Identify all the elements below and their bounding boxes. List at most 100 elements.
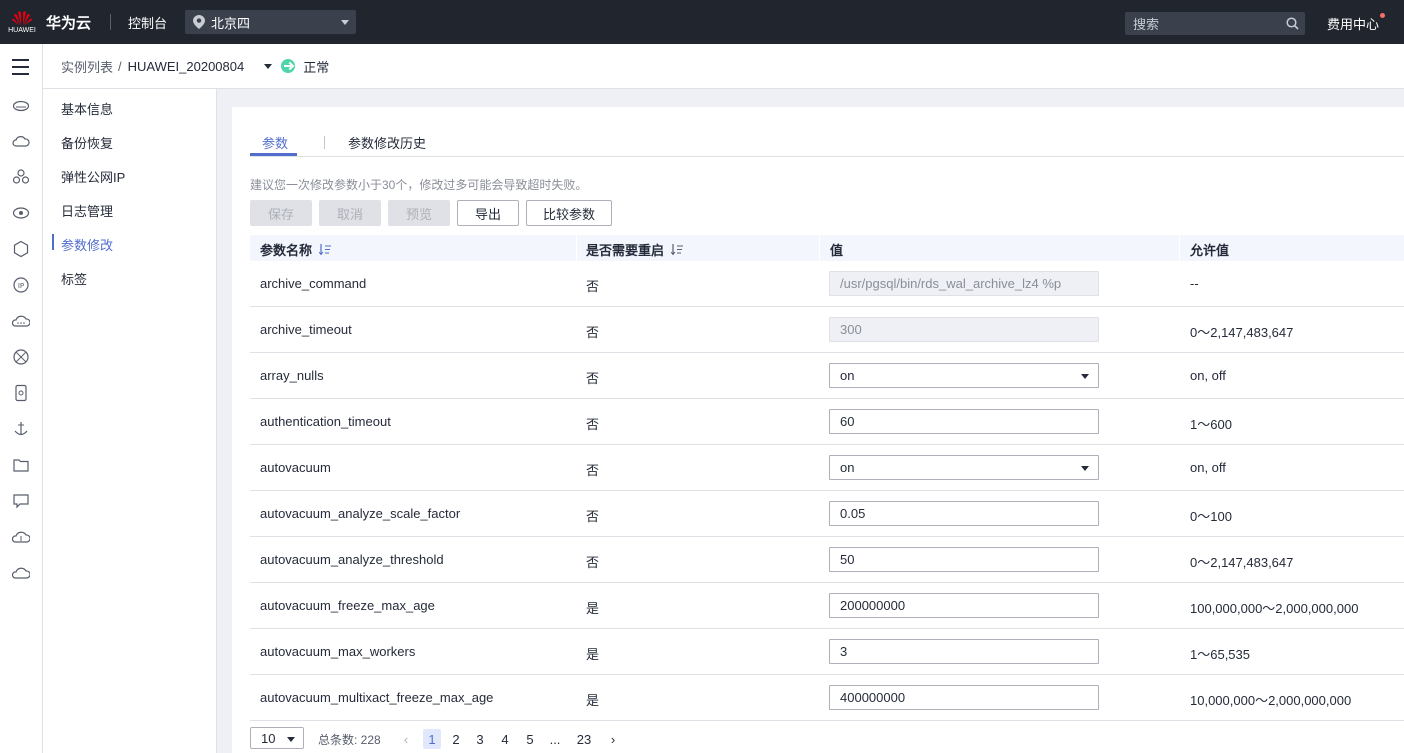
sort-icon[interactable] [671, 244, 684, 255]
tab-active-underline [250, 153, 297, 156]
chevron-down-icon [1081, 374, 1089, 379]
param-value-select[interactable]: on [829, 455, 1099, 480]
subnav-item-tags[interactable]: 标签 [61, 269, 87, 288]
page-button-1[interactable]: 1 [423, 729, 441, 749]
table-row: archive_command 否 /usr/pgsql/bin/rds_wal… [250, 261, 1404, 307]
column-header-name[interactable]: 参数名称 [260, 240, 332, 259]
subnav-item-elastic-ip[interactable]: 弹性公网IP [61, 167, 125, 186]
breadcrumb-instance-list[interactable]: 实例列表 [61, 57, 113, 76]
restart-required: 是 [586, 647, 600, 662]
allowed-values: -- [1190, 276, 1199, 291]
allowed-values: 100,000,000～2,000,000,000 [1190, 601, 1359, 616]
folder-icon[interactable] [12, 456, 30, 474]
param-value-text: 50 [840, 552, 855, 567]
svg-text:IP: IP [18, 282, 24, 290]
modify-hint-text: 建议您一次修改参数小于30个，修改过多可能会导致超时失败。 [250, 178, 588, 192]
cloud-server-icon[interactable] [12, 96, 30, 114]
column-divider [576, 235, 577, 261]
sort-icon[interactable] [319, 244, 332, 255]
param-value-input[interactable]: 3 [829, 639, 1099, 664]
tab-parameters[interactable]: 参数 [262, 133, 288, 152]
table-row: archive_timeout 否 300 0～2,147,483,647 [250, 307, 1404, 353]
page-button-23[interactable]: 23 [575, 729, 593, 749]
param-value-input[interactable]: 200000000 [829, 593, 1099, 618]
cloud-network-icon[interactable] [12, 312, 30, 330]
huawei-logo[interactable]: HUAWEI [0, 10, 44, 34]
param-value-text: 60 [840, 414, 855, 429]
search-icon[interactable] [1286, 17, 1299, 30]
column-header-restart[interactable]: 是否需要重启 [586, 240, 684, 259]
allowed-values: 1～600 [1190, 417, 1232, 432]
subnav-item-log-management[interactable]: 日志管理 [61, 201, 113, 220]
elastic-ip-icon[interactable]: IP [12, 276, 30, 294]
anchor-icon[interactable] [12, 420, 30, 438]
subnav-item-basic-info[interactable]: 基本信息 [61, 99, 113, 118]
param-value-field: /usr/pgsql/bin/rds_wal_archive_lz4 %p [829, 271, 1099, 296]
region-selector[interactable]: 北京四 [185, 10, 357, 34]
export-button[interactable]: 导出 [457, 200, 519, 226]
param-value-field: 300 [829, 317, 1099, 342]
table-row: array_nulls 否 on on, off [250, 353, 1404, 399]
global-search-input[interactable]: 搜索 [1125, 12, 1305, 35]
chevron-down-icon [341, 20, 350, 25]
restart-required: 否 [586, 279, 600, 294]
preview-button[interactable]: 预览 [388, 200, 450, 226]
instance-subnav: 基本信息 备份恢复 弹性公网IP 日志管理 参数修改 标签 [43, 89, 217, 753]
save-button[interactable]: 保存 [250, 200, 312, 226]
allowed-values: on, off [1190, 368, 1226, 383]
column-header-allowed-label: 允许值 [1190, 243, 1230, 258]
message-icon[interactable] [12, 492, 30, 510]
page-button-5[interactable]: 5 [521, 729, 539, 749]
page-button-4[interactable]: 4 [496, 729, 514, 749]
restart-required: 是 [586, 693, 600, 708]
param-value-input[interactable]: 60 [829, 409, 1099, 434]
cluster-icon[interactable] [12, 168, 30, 186]
param-value-text: on [840, 460, 855, 475]
param-value-input[interactable]: 0.05 [829, 501, 1099, 526]
param-value-input[interactable]: 400000000 [829, 685, 1099, 710]
table-header: 参数名称 是否需要重启 值 允许值 [250, 235, 1404, 261]
page-ellipsis[interactable]: ... [546, 729, 564, 749]
column-header-name-label: 参数名称 [260, 243, 313, 258]
param-name: autovacuum_analyze_scale_factor [260, 506, 461, 521]
table-row: authentication_timeout 否 60 1～600 [250, 399, 1404, 445]
page-button-3[interactable]: 3 [471, 729, 489, 749]
hamburger-menu-icon[interactable] [12, 59, 29, 80]
restart-required: 否 [586, 371, 600, 386]
logo-wordmark: HUAWEI [8, 27, 36, 34]
notification-dot [1380, 13, 1386, 18]
prev-page-button[interactable]: ‹ [397, 729, 415, 749]
cloud-icon[interactable] [12, 132, 30, 150]
param-value-select[interactable]: on [829, 363, 1099, 388]
cancel-button[interactable]: 取消 [319, 200, 381, 226]
page-button-2[interactable]: 2 [447, 729, 465, 749]
fee-center-link[interactable]: 费用中心 [1327, 13, 1386, 33]
instance-switch-dropdown-icon[interactable] [264, 63, 273, 69]
next-page-button[interactable]: › [604, 729, 622, 749]
instance-status: 正常 [303, 59, 330, 75]
compare-parameters-button[interactable]: 比较参数 [526, 200, 612, 226]
network-hub-icon[interactable] [12, 348, 30, 366]
param-value-text: 200000000 [840, 598, 906, 613]
page-size-select[interactable]: 10 [250, 727, 304, 749]
chevron-down-icon [287, 737, 295, 742]
brand-name[interactable]: 华为云 [46, 12, 91, 33]
region-label: 北京四 [211, 15, 251, 31]
tab-divider [324, 136, 325, 149]
subnav-item-backup-restore[interactable]: 备份恢复 [61, 133, 113, 152]
allowed-values: 10,000,000～2,000,000,000 [1190, 693, 1352, 708]
tab-parameter-history[interactable]: 参数修改历史 [348, 133, 426, 152]
eye-monitor-icon[interactable] [12, 204, 30, 222]
param-name: autovacuum_multixact_freeze_max_age [260, 690, 494, 705]
subnav-item-parameters[interactable]: 参数修改 [61, 235, 113, 254]
column-header-value: 值 [830, 240, 843, 259]
param-name: autovacuum_analyze_threshold [260, 552, 444, 567]
param-value-input[interactable]: 50 [829, 547, 1099, 572]
cloud-upload-icon[interactable] [12, 528, 30, 546]
hexagon-icon[interactable] [12, 240, 30, 258]
table-row: autovacuum_multixact_freeze_max_age 是 40… [250, 675, 1404, 721]
console-link[interactable]: 控制台 [128, 13, 167, 32]
cloud-outline-icon[interactable] [12, 564, 30, 582]
fee-center-label: 费用中心 [1327, 17, 1380, 32]
storage-disk-icon[interactable] [12, 384, 30, 402]
